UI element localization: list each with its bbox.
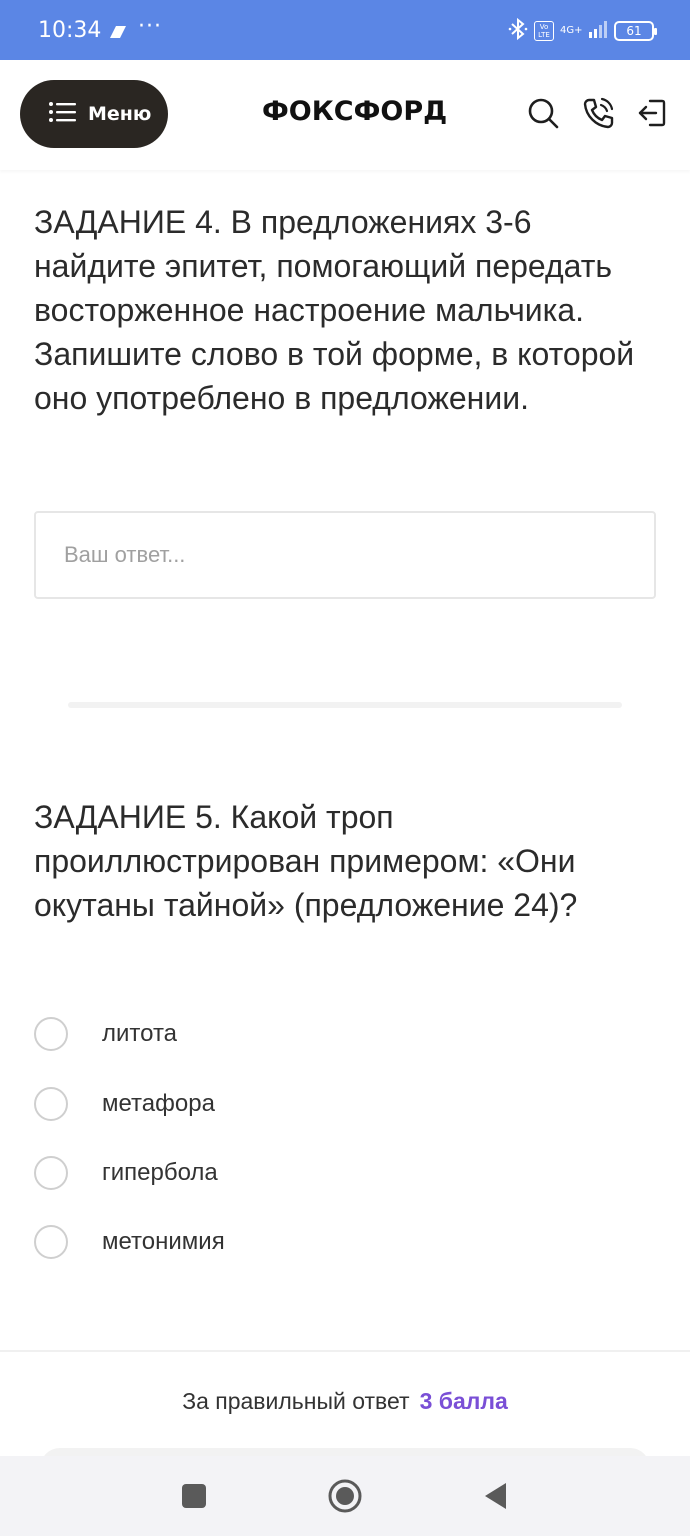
option-label: метафора — [102, 1090, 215, 1117]
section-divider — [68, 702, 622, 708]
more-notifications-icon: ··· — [138, 14, 162, 39]
radio-button[interactable] — [34, 1017, 68, 1051]
recents-icon[interactable] — [174, 1476, 214, 1516]
bluetooth-icon — [508, 17, 528, 45]
task5-option[interactable]: гипербола — [34, 1153, 654, 1193]
task5-question: ЗАДАНИЕ 5. Какой троп проиллюстрирован п… — [34, 799, 578, 923]
task5-option[interactable]: литота — [34, 1014, 654, 1054]
network-type: 4G+ — [560, 25, 583, 36]
task4-answer-input[interactable] — [34, 511, 656, 599]
menu-label: Меню — [88, 103, 152, 125]
status-bar: 10:34 ··· Vo LTE 4G+ 61 — [0, 0, 690, 60]
task5-option[interactable]: метонимия — [34, 1222, 654, 1262]
score-info: За правильный ответ 3 балла — [0, 1388, 690, 1415]
radio-button[interactable] — [34, 1156, 68, 1190]
radio-button[interactable] — [34, 1087, 68, 1121]
phone-icon[interactable] — [582, 97, 614, 129]
back-icon[interactable] — [476, 1476, 516, 1516]
logo[interactable]: ФОКСФОРД — [262, 96, 447, 127]
status-time: 10:34 — [38, 18, 102, 43]
home-icon[interactable] — [325, 1476, 365, 1516]
option-label: метонимия — [102, 1228, 225, 1255]
system-nav-bar — [0, 1456, 690, 1536]
hamburger-icon — [48, 100, 78, 128]
menu-button[interactable]: Меню — [20, 80, 168, 148]
search-icon[interactable] — [527, 97, 559, 129]
battery-icon: 61 — [614, 21, 657, 41]
logout-icon[interactable] — [636, 97, 668, 129]
app-header: Меню ФОКСФОРД — [0, 60, 690, 170]
footer-divider — [0, 1350, 690, 1352]
option-label: литота — [102, 1020, 178, 1047]
option-label: гипербола — [102, 1159, 218, 1186]
score-points: 3 балла — [419, 1388, 508, 1414]
notification-icon — [106, 24, 128, 44]
signal-icon — [588, 19, 608, 43]
task5-option[interactable]: метафора — [34, 1084, 654, 1124]
network-label: 4G+ — [560, 25, 583, 36]
battery-level: 61 — [626, 24, 642, 38]
score-prefix: За правильный ответ — [182, 1388, 410, 1414]
volte-icon: Vo LTE — [534, 21, 554, 41]
radio-button[interactable] — [34, 1225, 68, 1259]
volte-label: Vo LTE — [538, 23, 550, 39]
task4-question: ЗАДАНИЕ 4. В предложениях 3-6 найдите эп… — [34, 204, 635, 416]
